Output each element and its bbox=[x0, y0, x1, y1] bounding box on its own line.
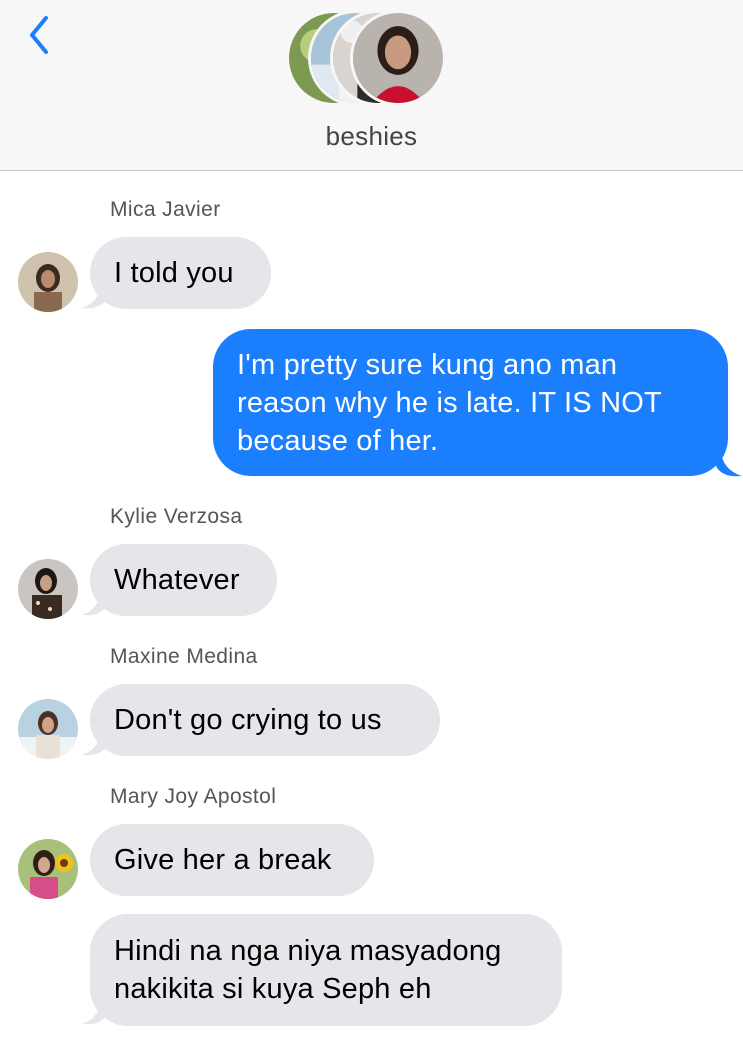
sender-name: Kylie Verzosa bbox=[110, 505, 243, 528]
sender-name: Mary Joy Apostol bbox=[110, 785, 277, 808]
message-bubble[interactable]: Hindi na nga niya masyadong nakikita si … bbox=[90, 914, 562, 1026]
message-bubble[interactable]: Whatever bbox=[90, 544, 277, 616]
sender-name: Mica Javier bbox=[110, 198, 221, 221]
chevron-left-icon bbox=[30, 16, 48, 54]
avatar bbox=[18, 699, 78, 759]
message-text-line: I'm pretty sure kung ano man bbox=[237, 348, 618, 381]
group-member-avatar bbox=[350, 10, 446, 106]
conversation-header: beshies bbox=[0, 0, 743, 171]
avatar bbox=[18, 252, 78, 312]
message-text: Whatever bbox=[114, 564, 240, 596]
message-text: Don't go crying to us bbox=[114, 704, 382, 736]
message-text-line: because of her. bbox=[237, 424, 439, 457]
message-bubble-outgoing[interactable]: I'm pretty sure kung ano man reason why … bbox=[213, 329, 728, 476]
sender-name: Maxine Medina bbox=[110, 645, 258, 668]
message-text-line: reason why he is late. IT IS NOT bbox=[237, 386, 662, 419]
message-bubble[interactable]: Don't go crying to us bbox=[90, 684, 440, 756]
group-avatar-stack[interactable] bbox=[286, 10, 466, 108]
avatar bbox=[18, 839, 78, 899]
message-text: I told you bbox=[114, 257, 234, 289]
message-bubble[interactable]: I told you bbox=[90, 237, 271, 309]
message-text-line: Hindi na nga niya masyadong bbox=[114, 935, 502, 967]
back-button[interactable] bbox=[22, 10, 58, 60]
message-text: Give her a break bbox=[114, 844, 332, 876]
message-text-line: nakikita si kuya Seph eh bbox=[114, 973, 432, 1005]
group-name[interactable]: beshies bbox=[0, 121, 743, 152]
avatar bbox=[18, 559, 78, 619]
message-bubble[interactable]: Give her a break bbox=[90, 824, 374, 896]
